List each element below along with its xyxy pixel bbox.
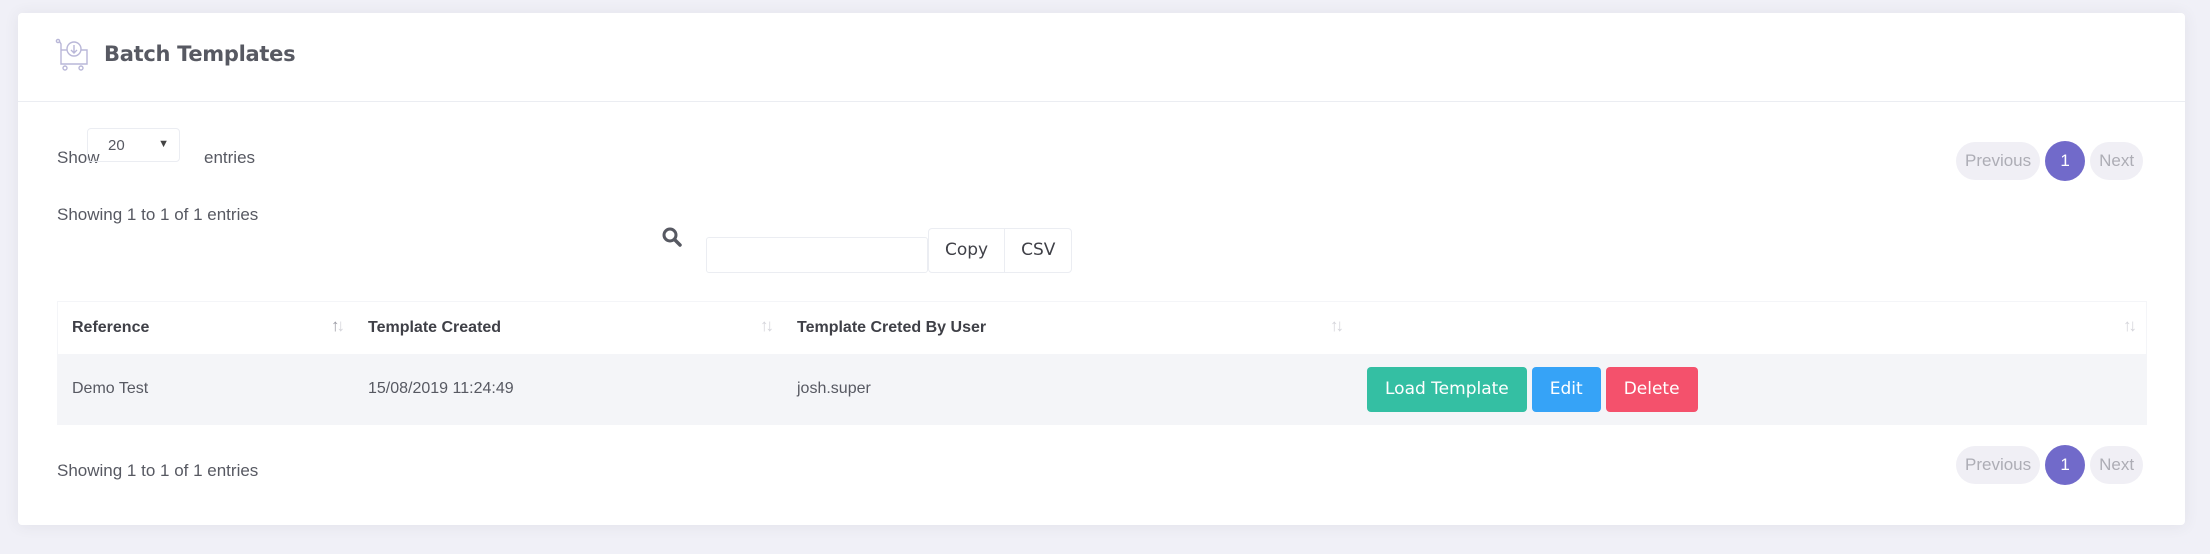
column-header-created-by-user[interactable]: Template Creted By User ↑↓ [783, 301, 1353, 354]
csv-button[interactable]: CSV [1004, 229, 1071, 272]
column-label: Template Creted By User [797, 319, 987, 336]
entries-length-select[interactable]: 20 ▼ [87, 128, 180, 162]
column-header-template-created[interactable]: Template Created ↑↓ [354, 301, 783, 354]
card-header: Batch Templates [18, 13, 2185, 102]
next-page-button[interactable]: Next [2090, 142, 2144, 180]
page-1-button[interactable]: 1 [2045, 445, 2086, 485]
chevron-down-icon: ▼ [158, 138, 169, 150]
sort-icon: ↑↓ [760, 316, 774, 335]
copy-button[interactable]: Copy [929, 229, 1004, 272]
pagination-bottom: Previous 1 Next [1951, 445, 2144, 485]
search-input[interactable] [706, 237, 928, 273]
templates-table: Reference ↑↓ Template Created ↑↓ Templat… [57, 301, 2147, 425]
cell-created: 15/08/2019 11:24:49 [354, 354, 783, 425]
entries-label: entries [204, 148, 256, 167]
sort-icon: ↑↓ [2123, 316, 2137, 335]
cart-download-icon [55, 38, 88, 71]
sort-icon: ↑↓ [1330, 316, 1344, 335]
column-label: Reference [72, 319, 150, 336]
batch-templates-card: Batch Templates [18, 13, 2185, 525]
cell-reference: Demo Test [57, 354, 354, 425]
column-label: Template Created [368, 319, 502, 336]
sort-icon: ↑↓ [331, 316, 345, 335]
export-buttons: Copy CSV [928, 228, 1073, 273]
table-row: Demo Test 15/08/2019 11:24:49 josh.super… [57, 354, 2147, 425]
delete-button[interactable]: Delete [1605, 366, 1698, 412]
table-info-top: Showing 1 to 1 of 1 entries [57, 205, 259, 224]
pagination-top: Previous 1 Next [1951, 141, 2144, 181]
column-header-reference[interactable]: Reference ↑↓ [57, 301, 354, 354]
column-header-actions[interactable]: ↑↓ [1353, 301, 2147, 354]
cell-user: josh.super [783, 354, 1353, 425]
edit-button[interactable]: Edit [1531, 366, 1601, 412]
cell-actions: Load Template Edit Delete [1353, 354, 2147, 425]
entries-length-value: 20 [108, 137, 125, 154]
next-page-button[interactable]: Next [2090, 446, 2144, 484]
table-info-bottom: Showing 1 to 1 of 1 entries [57, 461, 259, 480]
previous-page-button[interactable]: Previous [1956, 142, 2041, 180]
page-1-button[interactable]: 1 [2045, 141, 2086, 181]
table-header-row: Reference ↑↓ Template Created ↑↓ Templat… [57, 301, 2147, 354]
previous-page-button[interactable]: Previous [1956, 446, 2041, 484]
page-title: Batch Templates [104, 42, 296, 66]
load-template-button[interactable]: Load Template [1367, 366, 1527, 412]
search-icon [662, 227, 682, 247]
